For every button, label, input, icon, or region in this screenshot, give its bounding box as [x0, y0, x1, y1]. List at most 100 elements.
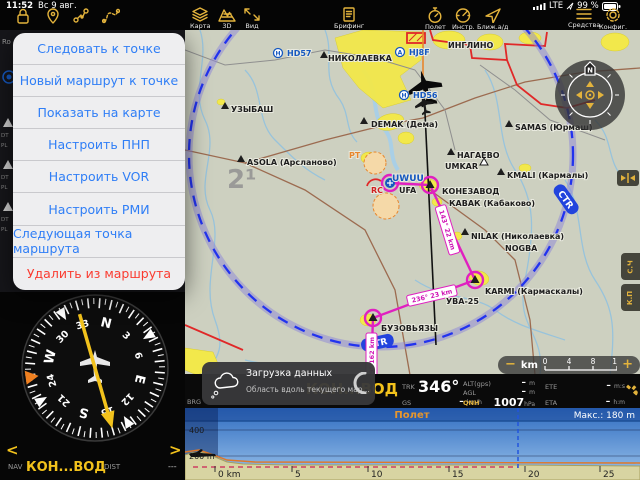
map-label: DEMAK (Дема)	[371, 120, 438, 129]
map-label: НИКОЛАЕВКА	[328, 54, 393, 63]
trk-label: TRK	[402, 383, 415, 391]
waypoint-list-icon	[3, 202, 13, 211]
scale-ruler: 04812	[543, 357, 617, 373]
profile-y-label: 400	[189, 426, 204, 435]
map-label: ИНГЛИНО	[448, 41, 494, 50]
qnh-value[interactable]: 1007hPa	[485, 396, 535, 409]
active-waypoint[interactable]: КОН...ВОД	[26, 460, 106, 475]
download-toast: Загрузка данных Область вдоль текущего м…	[202, 362, 375, 405]
zoom-in-button[interactable]: +	[622, 357, 633, 373]
agl-label: AGL	[463, 389, 476, 397]
menu-item-delete-from-route[interactable]: Удалить из маршрута	[13, 258, 185, 290]
satellite-icon	[625, 383, 639, 397]
profile-x-label: 25	[603, 470, 614, 480]
tab-briefing[interactable]: Брифинг	[334, 7, 364, 30]
tab-3d[interactable]: 3D	[218, 7, 236, 30]
helipad-icon: H	[401, 93, 406, 100]
ete-label: ETE	[545, 383, 557, 391]
map-label: PT	[349, 151, 361, 160]
eta-label: ETA	[545, 399, 557, 407]
map-label: UWUU	[392, 174, 424, 184]
waypoint-context-menu: Следовать к точке Новый маршрут к точке …	[13, 33, 185, 290]
pln-label: PL	[1, 185, 7, 191]
nav-label: NAV	[8, 463, 23, 471]
rose-tick	[25, 363, 35, 364]
elevation-profile[interactable]: Полет Макс.: 180 m 400200 m0 km510152025	[185, 408, 640, 480]
profile-x-label: 5	[295, 470, 301, 480]
spinner-icon	[353, 372, 371, 394]
scale-unit[interactable]: km	[521, 360, 538, 371]
dtk-label: DT	[1, 175, 9, 181]
rose-tick	[90, 428, 91, 438]
map-label: KMALI (Кармалы)	[507, 171, 588, 180]
profile-x-label: 10	[371, 470, 383, 480]
helipad-icon: H	[275, 51, 280, 58]
menu-item-configure-pnp[interactable]: Настроить ПНП	[13, 129, 185, 161]
map-label: ASOLA (Арсланово)	[247, 158, 337, 167]
map-label: NILAK (Николаевка)	[471, 232, 564, 241]
app-root: 2¹ CTR CTR	[0, 0, 640, 480]
dist-value: ---	[168, 462, 177, 471]
pln-label: PL	[1, 143, 7, 149]
pln-label: PL	[1, 227, 7, 233]
profile-x-label: 20	[528, 470, 540, 480]
toast-subtitle: Область вдоль текущего мар...	[246, 385, 370, 394]
scale-tick-label: 0	[543, 357, 548, 366]
map-label: КОНЕЗАВОД	[442, 187, 499, 196]
profile-x-label: 0 km	[218, 470, 241, 480]
alt-label: ALT(gps)	[463, 380, 491, 388]
rmi-instrument[interactable]: N36E1215S2124W3033 < > NAV КОН...ВОД DIS…	[0, 292, 185, 480]
side-tab-sch[interactable]: С.Ч	[621, 253, 640, 280]
menu-item-next-route-point[interactable]: Следующая точка маршрута	[13, 226, 185, 258]
map-label: УЗЫБАШ	[231, 105, 273, 114]
profile-x-label: 15	[452, 470, 463, 480]
map-scale-bar: − km 04812 +	[498, 356, 640, 374]
scale-tick-label: 12	[612, 357, 617, 366]
side-tab-kp[interactable]: К.П	[621, 284, 640, 311]
map-label: NOGBA	[505, 244, 538, 253]
tab-instruments[interactable]: Инстр.	[452, 7, 475, 31]
tab-map[interactable]: Карта	[190, 7, 211, 30]
lock-icon[interactable]	[14, 7, 32, 25]
menu-item-configure-vor[interactable]: Настроить VOR	[13, 161, 185, 193]
dtk-label: DT	[1, 217, 9, 223]
svg-text:N: N	[587, 67, 593, 75]
top-toolbar: 11:52 Вс 9 авг. LTE 99 % Карта 3D	[0, 0, 640, 30]
tab-view[interactable]: Вид	[243, 7, 261, 30]
waypoint-list-icon	[3, 160, 13, 169]
map-pan-widget[interactable]: N	[553, 58, 627, 132]
menu-item-follow-to-point[interactable]: Следовать к точке	[13, 33, 185, 65]
brg-label: BRG	[187, 398, 201, 406]
zoom-out-button[interactable]: −	[505, 357, 516, 373]
map-label: HD56	[413, 91, 438, 100]
rose-tick	[99, 298, 100, 308]
profile-y-label: 200 m	[189, 452, 215, 461]
track-curve-icon[interactable]	[102, 7, 120, 25]
cloud-download-icon	[210, 367, 240, 401]
tab-nearest-airports[interactable]: Ближ.а/д	[477, 7, 508, 31]
menu-item-configure-rmi[interactable]: Настроить РМИ	[13, 193, 185, 225]
tab-flight[interactable]: Полет	[425, 7, 446, 31]
map-label: UFA	[399, 186, 417, 195]
right-panel-toggle-icon[interactable]	[617, 170, 639, 186]
menu-item-new-route-to-point[interactable]: Новый маршрут к точке	[13, 65, 185, 97]
prev-waypoint-button[interactable]: <	[6, 441, 19, 459]
rose-tick	[88, 298, 89, 308]
map-label: БУЗОВЬЯЗЫ	[381, 324, 438, 333]
toast-title: Загрузка данных	[246, 368, 332, 379]
qnh-label[interactable]: QNH	[463, 399, 479, 407]
signal-icon	[533, 2, 546, 10]
map-label: HJ8F	[409, 48, 430, 57]
trk-value[interactable]: 346°	[418, 377, 459, 396]
route-points-icon[interactable]	[72, 7, 90, 25]
next-waypoint-button[interactable]: >	[169, 441, 182, 459]
eta-value[interactable]: – h:m	[580, 397, 625, 407]
tab-config[interactable]: Конфиг.	[599, 7, 627, 31]
ete-value[interactable]: – m:s	[580, 381, 625, 391]
map-label: НАГАЕВО	[457, 151, 500, 160]
tab-tools[interactable]: Средства	[568, 7, 600, 29]
map-label: УВА-25	[446, 297, 479, 306]
menu-item-show-on-map[interactable]: Показать на карте	[13, 97, 185, 129]
route-list-header: Ro	[2, 38, 11, 46]
location-pin-icon[interactable]	[44, 7, 62, 25]
